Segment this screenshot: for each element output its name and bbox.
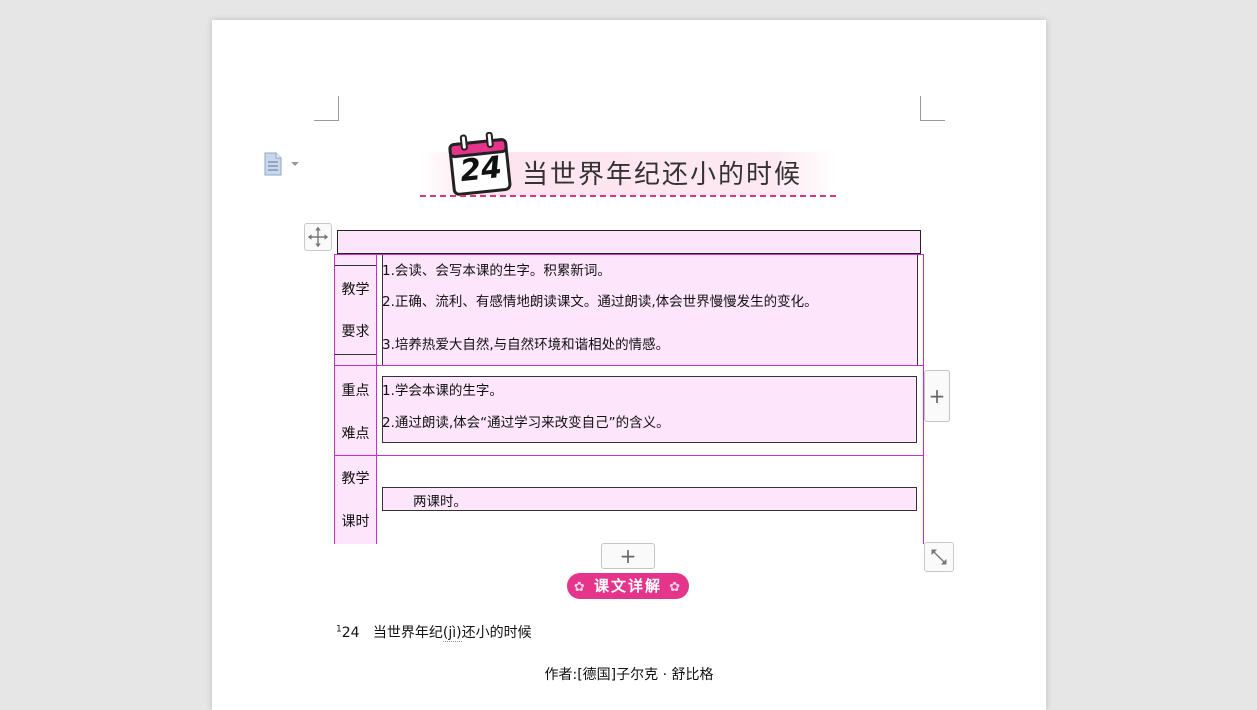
row-label-line2: 难点 <box>341 426 370 442</box>
document-options-icon[interactable] <box>262 152 304 176</box>
star-icon: ✿ <box>573 580 587 595</box>
row-label-cell[interactable]: 教学 课时 <box>335 456 377 544</box>
list-item: 3.培养热爱大自然,与自然环境和谐相处的情感。 <box>382 337 670 353</box>
row-content-cell[interactable]: 1.会读、会写本课的生字。积累新词。 2.正确、流利、有感情地朗读课文。通过朗读… <box>377 255 923 365</box>
table-resize-icon[interactable] <box>924 542 954 572</box>
list-item: 2.正确、流利、有感情地朗读课文。通过朗读,体会世界慢慢发生的变化。 <box>382 294 818 310</box>
crop-mark-top-right <box>920 96 945 121</box>
table-row: 教学 课时 两课时。 <box>335 455 923 544</box>
row-label-line2: 课时 <box>341 514 370 530</box>
list-item: 1.会读、会写本课的生字。积累新词。 <box>382 263 611 279</box>
row-content-cell[interactable]: 两课时。 <box>377 456 923 544</box>
row-label-cell[interactable]: 教学 要求 <box>335 255 377 365</box>
row-label-line1: 重点 <box>341 383 370 399</box>
lesson-title: 当世界年纪还小的时候 <box>522 160 803 190</box>
lesson-heading-text: 当世界年纪 <box>372 625 443 641</box>
list-item: 两课时。 <box>413 494 467 510</box>
table-header-strip[interactable] <box>337 230 921 254</box>
add-row-button[interactable]: + <box>601 543 655 569</box>
star-icon: ✿ <box>669 580 683 595</box>
lesson-heading-number: 24 <box>341 625 360 641</box>
section-heading-badge: ✿ 课文详解 ✿ <box>567 573 689 599</box>
author-line: 作者:[德国]子尔克 · 舒比格 <box>544 667 714 683</box>
lesson-heading-line: 124 当世界年纪(jì)还小的时候 <box>336 622 532 642</box>
row-label-line1: 教学 <box>341 471 370 487</box>
row-label-cell[interactable]: 重点 难点 <box>335 366 377 456</box>
list-item: 1.学会本课的生字。 <box>382 383 503 399</box>
row-label-line2: 要求 <box>341 324 370 340</box>
lesson-heading-text-end: 还小的时候 <box>461 625 532 641</box>
crop-mark-top-left <box>314 96 339 121</box>
document-page: 24 当世界年纪还小的时候 教学 要求 1.会读、会写本课的生字。积累新词。 2… <box>212 20 1046 710</box>
pinyin-annotation: (jì) <box>442 625 462 642</box>
add-column-button[interactable]: + <box>924 370 950 422</box>
banner-underline <box>420 195 836 197</box>
list-item: 2.通过朗读,体会“通过学习来改变自己”的含义。 <box>382 415 670 431</box>
lesson-number: 24 <box>458 149 504 190</box>
section-heading: 课文详解 <box>593 577 662 595</box>
row-label-line1: 教学 <box>341 282 370 298</box>
row-content-cell[interactable]: 1.学会本课的生字。 2.通过朗读,体会“通过学习来改变自己”的含义。 <box>377 366 923 456</box>
table-move-icon[interactable] <box>304 223 332 251</box>
teaching-table: 教学 要求 1.会读、会写本课的生字。积累新词。 2.正确、流利、有感情地朗读课… <box>334 254 924 544</box>
table-row: 教学 要求 1.会读、会写本课的生字。积累新词。 2.正确、流利、有感情地朗读课… <box>335 255 923 365</box>
lesson-banner: 24 当世界年纪还小的时候 <box>420 128 836 200</box>
table-row: 重点 难点 1.学会本课的生字。 2.通过朗读,体会“通过学习来改变自己”的含义… <box>335 365 923 456</box>
